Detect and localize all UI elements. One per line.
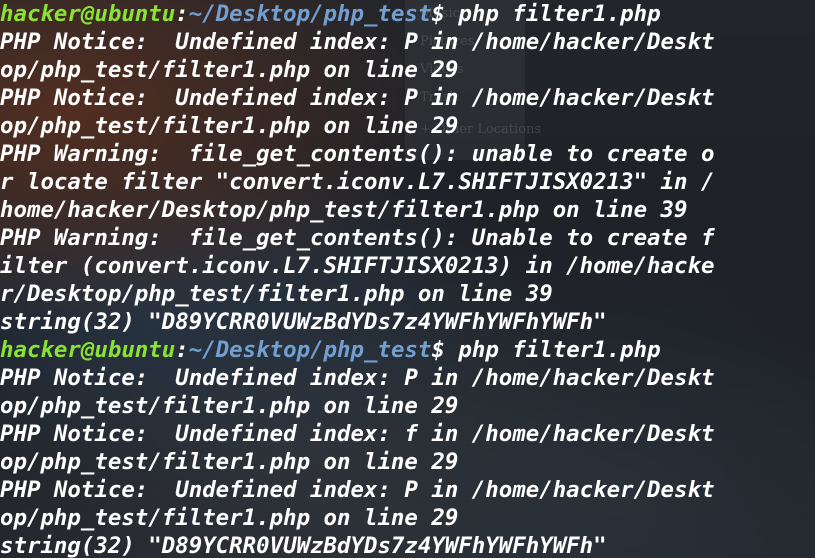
terminal-output-line: op/php_test/filter1.php on line 29 bbox=[0, 449, 459, 475]
terminal-output-line: string(32) "D89YCRR0VUWzBdYDs7z4YWFhYWFh… bbox=[0, 309, 607, 335]
terminal-command: php filter1.php bbox=[458, 1, 661, 27]
terminal-output-line: PHP Notice: Undefined index: P in /home/… bbox=[0, 29, 715, 55]
prompt-user: hacker@ubuntu bbox=[0, 337, 176, 363]
terminal-output-line: r locate filter "convert.iconv.L7.SHIFTJ… bbox=[0, 169, 715, 195]
prompt-separator: : bbox=[175, 337, 189, 363]
prompt-path: ~/Desktop/php_test bbox=[188, 1, 432, 27]
terminal-output-line: home/hacker/Desktop/php_test/filter1.php… bbox=[0, 197, 688, 223]
terminal-output-line: op/php_test/filter1.php on line 29 bbox=[0, 393, 459, 419]
terminal-output-line: string(32) "D89YCRR0VUWzBdYDs7z4YWFhYWFh… bbox=[0, 533, 607, 558]
terminal-command: php filter1.php bbox=[458, 337, 661, 363]
terminal-output-line: op/php_test/filter1.php on line 29 bbox=[0, 113, 459, 139]
terminal-output-line: PHP Notice: Undefined index: P in /home/… bbox=[0, 85, 715, 111]
terminal-output-line: PHP Notice: Undefined index: f in /home/… bbox=[0, 421, 715, 447]
terminal-output-line: op/php_test/filter1.php on line 29 bbox=[0, 505, 459, 531]
terminal-output-line: PHP Warning: file_get_contents(): unable… bbox=[0, 141, 715, 167]
terminal-output-line: ilter (convert.iconv.L7.SHIFTJISX0213) i… bbox=[0, 253, 715, 279]
prompt-user: hacker@ubuntu bbox=[0, 1, 176, 27]
terminal-output-line: PHP Notice: Undefined index: P in /home/… bbox=[0, 365, 715, 391]
desktop-screen: MusicPicturesVideosTrash+ Other Location… bbox=[0, 0, 815, 558]
terminal-prompt-line: hacker@ubuntu:~/Desktop/php_test$ php fi… bbox=[0, 336, 815, 364]
terminal-output[interactable]: hacker@ubuntu:~/Desktop/php_test$ php fi… bbox=[0, 0, 815, 558]
terminal-output-line: op/php_test/filter1.php on line 29 bbox=[0, 57, 459, 83]
terminal-window[interactable]: hacker@ubuntu:~/Desktop/php_test$ php fi… bbox=[0, 0, 815, 558]
terminal-output-line: PHP Notice: Undefined index: P in /home/… bbox=[0, 477, 715, 503]
terminal-output-line: r/Desktop/php_test/filter1.php on line 3… bbox=[0, 281, 553, 307]
terminal-output-line: PHP Warning: file_get_contents(): Unable… bbox=[0, 225, 715, 251]
prompt-path: ~/Desktop/php_test bbox=[188, 337, 432, 363]
prompt-symbol: $ bbox=[431, 1, 459, 27]
prompt-symbol: $ bbox=[431, 337, 459, 363]
prompt-separator: : bbox=[175, 1, 189, 27]
terminal-prompt-line: hacker@ubuntu:~/Desktop/php_test$ php fi… bbox=[0, 0, 815, 28]
